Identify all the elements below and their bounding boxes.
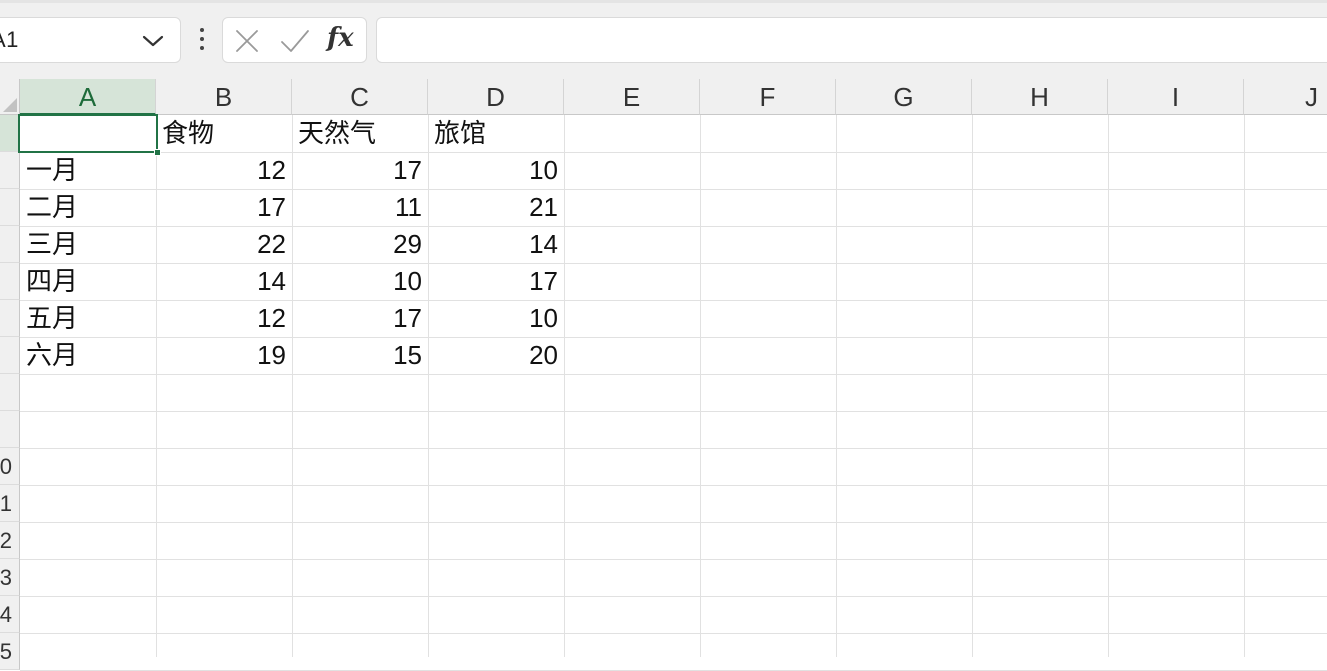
- cell-a6[interactable]: 五月: [20, 300, 156, 337]
- cell-b3[interactable]: 17: [156, 189, 292, 226]
- gridline-vertical: [564, 115, 565, 657]
- name-box-value[interactable]: A1: [0, 27, 19, 53]
- cell-a4[interactable]: 三月: [20, 226, 156, 263]
- cell-c4[interactable]: 29: [292, 226, 428, 263]
- cell-c5[interactable]: 10: [292, 263, 428, 300]
- gridline-vertical: [1244, 115, 1245, 657]
- cell-b2[interactable]: 12: [156, 152, 292, 189]
- row-header[interactable]: 2: [0, 522, 20, 559]
- toolbar-divider: [0, 0, 1327, 3]
- row-header[interactable]: [0, 189, 20, 226]
- row-header[interactable]: [0, 374, 20, 411]
- cell-a5[interactable]: 四月: [20, 263, 156, 300]
- formula-buttons: fx: [222, 17, 367, 63]
- cancel-icon[interactable]: [233, 27, 261, 55]
- gridline-horizontal: [20, 522, 1327, 523]
- gridline-horizontal: [20, 596, 1327, 597]
- row-header[interactable]: 1: [0, 485, 20, 522]
- cell-d4[interactable]: 14: [428, 226, 564, 263]
- gridline-vertical: [972, 115, 973, 657]
- row-header-label: 3: [0, 565, 12, 590]
- row-header[interactable]: 5: [0, 633, 20, 670]
- row-header[interactable]: 4: [0, 596, 20, 633]
- column-header-j[interactable]: J: [1244, 79, 1327, 115]
- more-options-icon[interactable]: [196, 28, 208, 54]
- spreadsheet-grid: ABCDEFGHIJ 012345 食物 天然气 旅馆 一月 12 17 10 二月 17 11 2…: [0, 79, 1327, 671]
- row-header[interactable]: 0: [0, 448, 20, 485]
- cell-b5[interactable]: 14: [156, 263, 292, 300]
- select-all-corner[interactable]: [0, 79, 20, 115]
- column-header-d[interactable]: D: [428, 79, 564, 115]
- formula-input[interactable]: [376, 17, 1327, 63]
- gridline-vertical: [700, 115, 701, 657]
- column-header-i[interactable]: I: [1108, 79, 1244, 115]
- cell-c6[interactable]: 17: [292, 300, 428, 337]
- name-box[interactable]: A1: [0, 17, 181, 63]
- row-header[interactable]: 3: [0, 559, 20, 596]
- row-header-label: 2: [0, 528, 12, 553]
- row-header-label: 1: [0, 491, 12, 516]
- cell-area[interactable]: 食物 天然气 旅馆 一月 12 17 10 二月 17 11 21 三月 22 29 14 四月 14 10 17 五…: [18, 114, 1327, 671]
- formula-toolbar: A1 fx: [0, 0, 1327, 79]
- cell-d2[interactable]: 10: [428, 152, 564, 189]
- cell-b4[interactable]: 22: [156, 226, 292, 263]
- row-header-label: 0: [0, 454, 12, 479]
- cell-c3[interactable]: 11: [292, 189, 428, 226]
- row-header[interactable]: [0, 337, 20, 374]
- column-header-e[interactable]: E: [564, 79, 700, 115]
- gridline-horizontal: [20, 411, 1327, 412]
- cell-a7[interactable]: 六月: [20, 337, 156, 374]
- select-all-triangle-icon: [3, 98, 17, 112]
- cell-c7[interactable]: 15: [292, 337, 428, 374]
- cell-b1[interactable]: 食物: [156, 115, 292, 152]
- cell-d3[interactable]: 21: [428, 189, 564, 226]
- cell-a2[interactable]: 一月: [20, 152, 156, 189]
- gridline-horizontal: [20, 559, 1327, 560]
- row-header[interactable]: [0, 152, 20, 189]
- gridline-horizontal: [20, 485, 1327, 486]
- column-header-c[interactable]: C: [292, 79, 428, 115]
- gridline-horizontal: [20, 374, 1327, 375]
- chevron-down-icon[interactable]: [141, 32, 165, 50]
- gridline-vertical: [1108, 115, 1109, 657]
- gridline-vertical: [836, 115, 837, 657]
- row-header[interactable]: [0, 300, 20, 337]
- cell-b7[interactable]: 19: [156, 337, 292, 374]
- row-header-label: 4: [0, 602, 12, 627]
- cell-b6[interactable]: 12: [156, 300, 292, 337]
- cell-a3[interactable]: 二月: [20, 189, 156, 226]
- selected-cell-border: [18, 114, 161, 156]
- column-header-g[interactable]: G: [836, 79, 972, 115]
- column-header-f[interactable]: F: [700, 79, 836, 115]
- row-header[interactable]: [0, 411, 20, 448]
- row-header[interactable]: [0, 115, 20, 152]
- fill-handle[interactable]: [154, 149, 161, 156]
- gridline-horizontal: [20, 448, 1327, 449]
- column-header-h[interactable]: H: [972, 79, 1108, 115]
- column-header-b[interactable]: B: [156, 79, 292, 115]
- enter-check-icon[interactable]: [279, 27, 311, 55]
- insert-function-button[interactable]: fx: [327, 23, 354, 53]
- cell-d7[interactable]: 20: [428, 337, 564, 374]
- cell-c1[interactable]: 天然气: [292, 115, 428, 152]
- row-header-label: 5: [0, 639, 12, 664]
- row-header[interactable]: [0, 226, 20, 263]
- cell-d6[interactable]: 10: [428, 300, 564, 337]
- column-header-a[interactable]: A: [20, 79, 156, 115]
- row-header[interactable]: [0, 263, 20, 300]
- cell-d5[interactable]: 17: [428, 263, 564, 300]
- gridline-horizontal: [20, 633, 1327, 634]
- cell-c2[interactable]: 17: [292, 152, 428, 189]
- cell-d1[interactable]: 旅馆: [428, 115, 564, 152]
